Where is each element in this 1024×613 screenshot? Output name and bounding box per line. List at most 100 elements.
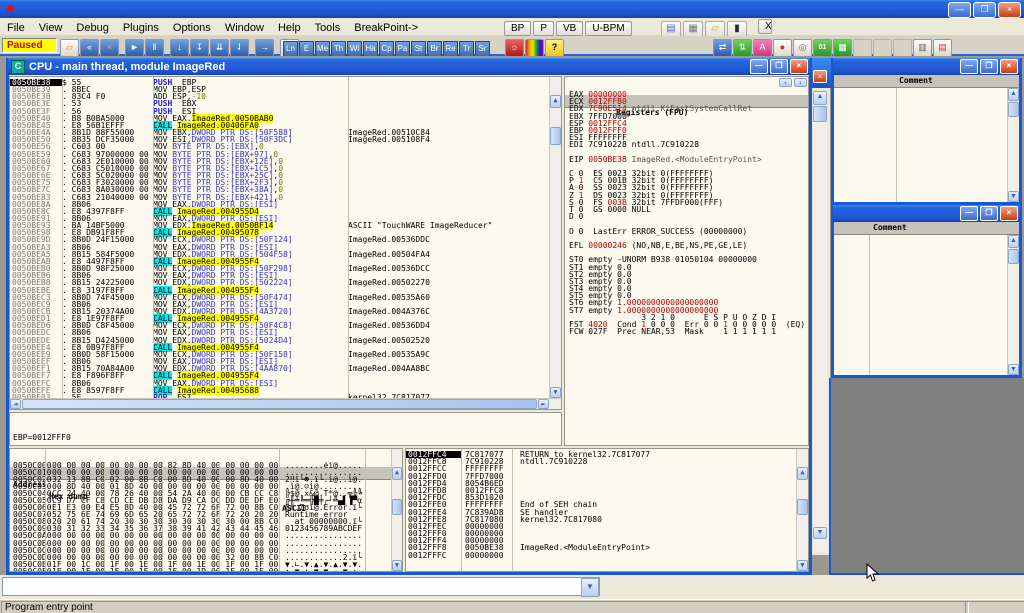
pause-icon[interactable]: ‖ [145, 39, 164, 57]
titlebar[interactable]: ✳ — ❐ × [0, 0, 1024, 18]
window-button-ha[interactable]: Ha [363, 41, 378, 57]
window-icon[interactable]: ▦ [833, 39, 852, 57]
run-icon[interactable]: ► [125, 39, 144, 57]
scroll-down-icon[interactable]: ▼ [1008, 191, 1019, 202]
window-button-br[interactable]: Br [427, 41, 442, 57]
maximize-button[interactable]: ❐ [980, 206, 998, 221]
close-button[interactable]: × [998, 2, 1021, 18]
window-button-ln[interactable]: Ln [283, 41, 298, 57]
window-button-re[interactable]: Re [443, 41, 458, 57]
hidden-window-close-button[interactable]: × [813, 70, 827, 83]
close-button[interactable]: × [1000, 59, 1018, 74]
menu-close-button[interactable]: X [758, 19, 772, 34]
window-button-tr[interactable]: Tr [459, 41, 474, 57]
scroll-right-icon[interactable]: ► [538, 399, 549, 409]
window-button-wi[interactable]: Wi [347, 41, 362, 57]
trace-into-icon[interactable]: ⇊ [210, 39, 229, 57]
scroll-up-icon[interactable]: ▲ [550, 95, 561, 108]
sort-icon[interactable]: ⇅ [733, 39, 752, 57]
comment-column-header[interactable]: Comment [873, 222, 907, 234]
register-line[interactable]: EFL 00000246 (NO,NB,E,BE,NS,PE,GE,LE) [569, 242, 807, 249]
step-into-icon[interactable]: ↓ [170, 39, 189, 57]
layout-icon[interactable]: ▥ [913, 39, 932, 57]
scroll-down-icon[interactable]: ▼ [813, 527, 827, 539]
open-icon[interactable]: ▱ [60, 39, 79, 57]
scroll-down-icon[interactable]: ▼ [1008, 364, 1019, 375]
stack-vscrollbar[interactable]: ▲ ▼ [796, 449, 808, 571]
dump-vscrollbar[interactable]: ▲ ▼ [391, 449, 402, 571]
blank-button[interactable] [893, 39, 912, 57]
step-over-icon[interactable]: ↧ [190, 39, 209, 57]
minimize-button[interactable]: — [960, 59, 978, 74]
breakpoint-icon[interactable]: ● [773, 39, 792, 57]
highlight-icon[interactable]: A [753, 39, 772, 57]
registers-next-icon[interactable]: ‹ [794, 78, 807, 87]
appearance-icon[interactable] [525, 39, 544, 57]
scroll-down-icon[interactable]: ▼ [550, 387, 561, 398]
side-window-2-scrollbar[interactable]: ▲ ▼ [1007, 235, 1019, 375]
help-icon[interactable]: ? [545, 39, 564, 57]
register-line[interactable]: T 0 GS 0000 NULL [569, 206, 807, 213]
register-line[interactable]: EDI 7C910228 ntdll.7C910228 [569, 141, 807, 148]
cpu-minimize-button[interactable]: — [750, 59, 768, 74]
scroll-left-icon[interactable]: ◄ [10, 399, 21, 409]
sync-icon[interactable]: ⇄ [713, 39, 732, 57]
minimize-button[interactable]: — [960, 206, 978, 221]
window-button-st[interactable]: St [411, 41, 426, 57]
disasm-row[interactable]: 0050BE3E. 53PUSH EBX [10, 100, 549, 107]
window-button-th[interactable]: Th [331, 41, 346, 57]
close-button[interactable]: × [1000, 206, 1018, 221]
blank-button[interactable] [873, 39, 892, 57]
execute-till-return-icon[interactable]: → [255, 39, 274, 57]
cpu-restore-button[interactable]: ❐ [770, 59, 788, 74]
chevron-down-icon[interactable]: ▼ [581, 578, 599, 597]
window-button-cp[interactable]: Cp [379, 41, 394, 57]
scroll-down-icon[interactable]: ▼ [392, 560, 402, 571]
disassembly-vscrollbar[interactable]: ▲ ▼ [549, 77, 561, 398]
maximize-button[interactable]: ❐ [973, 2, 996, 18]
stack-row[interactable]: 0012FFFC00000000 [406, 552, 796, 559]
scroll-up-icon[interactable]: ▲ [1008, 88, 1019, 101]
scroll-down-icon[interactable]: ▼ [797, 560, 808, 571]
cpu-window-titlebar[interactable]: C CPU - main thread, module ImageRed — ❐… [8, 58, 810, 75]
side-window-1-scrollbar[interactable]: ▲ ▼ [1007, 88, 1019, 202]
register-line[interactable]: FCW 027F Prec NEAR,53 Mask 1 1 1 1 1 1 [569, 328, 807, 335]
register-line[interactable]: D 0 [569, 213, 807, 220]
maximize-button[interactable]: ❐ [980, 59, 998, 74]
disasm-row[interactable]: 0050BE3B. 83C4 F0ADD ESP,-10 [10, 93, 549, 100]
menu-button-vb[interactable]: VB [556, 21, 583, 36]
dump-row[interactable]: 0050C0F01E 00 1F 00 1E 00 1F 00 1F 00 1D… [10, 568, 391, 571]
scroll-up-icon[interactable]: ▲ [1008, 235, 1019, 248]
trace-over-icon[interactable]: ⇃ [230, 39, 249, 57]
minimize-button[interactable]: — [948, 2, 971, 18]
log-icon[interactable]: ▤ [933, 39, 952, 57]
settings-icon[interactable]: ☼ [505, 39, 524, 57]
blank-button[interactable] [853, 39, 872, 57]
menu-button-bp[interactable]: BP [504, 21, 531, 36]
disasm-comment: ImageRed.00536DDC [348, 236, 549, 243]
register-line[interactable]: EIP 0050BE38 ImageRed.<ModuleEntryPoint> [569, 156, 807, 163]
side-window-1-titlebar[interactable]: — ❐ × [833, 58, 1020, 75]
binary-icon[interactable]: 01 [813, 39, 832, 57]
scroll-up-icon[interactable]: ▲ [392, 467, 402, 480]
register-line[interactable]: O 0 LastErr ERROR_SUCCESS (00000000) [569, 228, 807, 235]
hidden-window-scrollbar[interactable]: ▲ ▼ [813, 91, 827, 553]
menu-button-p[interactable]: P [533, 21, 554, 36]
menu-button-ubpm[interactable]: U-BPM [585, 21, 631, 36]
scroll-up-icon[interactable]: ▲ [797, 467, 808, 480]
window-button-me[interactable]: Me [315, 41, 330, 57]
side-window-2-titlebar[interactable]: — ❐ × [833, 205, 1020, 222]
restart-icon[interactable]: « [80, 39, 99, 57]
spiral-icon[interactable]: ◎ [793, 39, 812, 57]
registers-prev-icon[interactable]: ‹ [779, 78, 792, 87]
cpu-close-button[interactable]: × [790, 59, 808, 74]
disassembly-hscrollbar[interactable]: ◄ ► [10, 398, 561, 409]
window-button-sr[interactable]: Sr [475, 41, 490, 57]
comment-column-header[interactable]: Comment [899, 75, 933, 87]
terminate-icon[interactable]: × [100, 39, 119, 57]
window-button-e[interactable]: E [299, 41, 314, 57]
disasm-row[interactable]: 0050BEFE. E8 8597F8FFCALL ImageRed.00495… [10, 387, 549, 394]
window-button-pa[interactable]: Pa [395, 41, 410, 57]
command-combobox[interactable]: ▼ [2, 577, 600, 596]
command-input[interactable] [3, 578, 581, 595]
